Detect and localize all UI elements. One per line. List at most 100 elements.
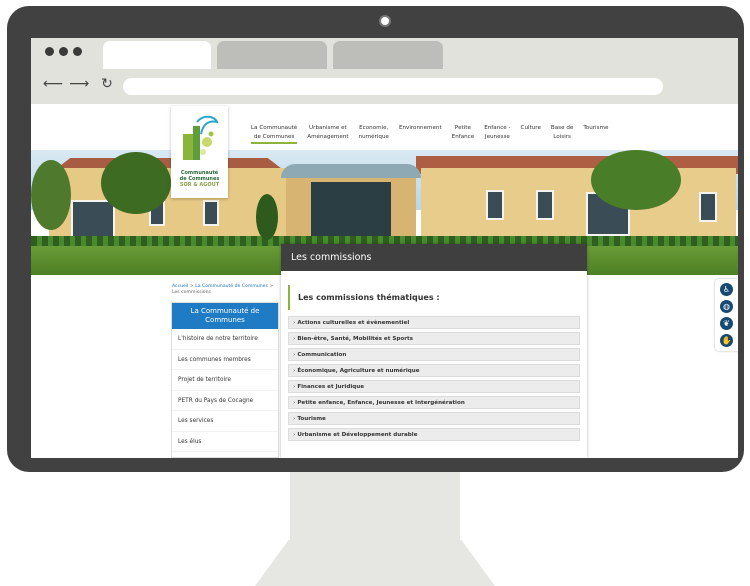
breadcrumb-home-link[interactable]: Accueil <box>172 284 188 289</box>
accessibility-icon[interactable]: ♿ <box>720 283 733 296</box>
accordion-label: Économique, Agriculture et numérique <box>297 368 420 374</box>
accordion-item[interactable]: › Bien-être, Santé, Mobilités et Sports <box>288 332 580 345</box>
section-title: Les commissions thématiques : <box>288 285 580 310</box>
browser-tab[interactable] <box>217 41 327 69</box>
sidebar-item[interactable]: Les services <box>172 411 278 432</box>
leaf-icon[interactable]: ❦ <box>720 317 733 330</box>
desktop-mockup: ⟵ ⟶ ↻ Communauté de Communes SOR & AGOUT… <box>0 0 750 586</box>
breadcrumb-parent-link[interactable]: La Communauté de Communes <box>195 284 268 289</box>
hero-window <box>203 200 219 226</box>
back-arrow-icon[interactable]: ⟵ <box>43 76 63 92</box>
chevron-right-icon: › <box>293 368 296 374</box>
main-nav-label: Aménagement <box>307 134 349 140</box>
sidebar-item[interactable]: Les élus <box>172 432 278 452</box>
address-bar[interactable] <box>123 78 663 95</box>
window-controls <box>45 47 82 56</box>
accordion-label: Petite enfance, Enfance, Jeunesse et Int… <box>297 400 465 406</box>
monitor-frame: ⟵ ⟶ ↻ Communauté de Communes SOR & AGOUT… <box>7 6 744 472</box>
chevron-right-icon: › <box>293 384 296 390</box>
breadcrumb-separator: > <box>189 284 194 289</box>
hero-tree <box>101 152 171 214</box>
accordion-item[interactable]: › Économique, Agriculture et numérique <box>288 364 580 377</box>
browser-tab[interactable] <box>333 41 443 69</box>
accordion-item[interactable]: › Urbanisme et Développement durable <box>288 428 580 441</box>
sign-language-icon[interactable]: ✋ <box>720 334 733 347</box>
commissions-accordion: › Actions culturelles et évènementiel › Bie… <box>281 316 587 441</box>
logo-text: Communauté de Communes SOR & AGOUT <box>173 170 226 188</box>
sidebar-items: L'histoire de notre territoire Les commun… <box>172 329 278 452</box>
chevron-right-icon: › <box>293 416 296 422</box>
main-nav-label: de Communes <box>253 134 295 140</box>
hero-window <box>699 192 717 222</box>
accordion-item[interactable]: › Actions culturelles et évènementiel <box>288 316 580 329</box>
main-nav-label: numérique <box>358 134 389 140</box>
accordion-item[interactable]: › Tourisme <box>288 412 580 425</box>
accordion-label: Bien-être, Santé, Mobilités et Sports <box>297 336 413 342</box>
main-nav-label: Tourisme <box>583 125 609 131</box>
logo-mark-icon <box>183 115 219 160</box>
hero-door <box>311 182 391 244</box>
breadcrumb-separator: > <box>269 284 274 289</box>
main-nav-label: Environnement <box>398 125 442 131</box>
monitor-stand-neck <box>290 468 460 548</box>
accordion-label: Tourisme <box>297 416 326 422</box>
globe-icon[interactable]: ◍ <box>720 300 733 313</box>
hero-shrub <box>256 194 278 240</box>
main-nav-label: Base de <box>550 125 574 131</box>
sidebar-item[interactable]: L'histoire de notre territoire <box>172 329 278 350</box>
browser-nav: ⟵ ⟶ ↻ <box>43 76 113 92</box>
hero-building <box>421 168 736 246</box>
main-nav-label: Economie, <box>359 125 389 131</box>
main-nav-label: Loisirs <box>553 134 571 140</box>
main-nav-label: Enfance - <box>484 125 511 131</box>
commissions-panel: Les commissions Les commissions thématiq… <box>281 244 587 458</box>
minimize-dot-icon[interactable] <box>59 47 68 56</box>
accordion-label: Urbanisme et Développement durable <box>297 432 418 438</box>
breadcrumb: Accueil > La Communauté de Communes > Le… <box>172 284 280 296</box>
forward-arrow-icon[interactable]: ⟶ <box>69 76 89 92</box>
main-nav-item[interactable]: Base de Loisirs <box>551 124 573 144</box>
main-nav-label: Enfance <box>451 134 475 140</box>
hero-canopy <box>281 164 421 178</box>
hero-window <box>536 190 554 220</box>
reload-icon[interactable]: ↻ <box>101 76 113 92</box>
main-nav-item[interactable]: Environnement <box>399 124 442 144</box>
browser-tab-active[interactable] <box>103 41 211 69</box>
site-logo[interactable]: Communauté de Communes SOR & AGOUT <box>171 106 228 198</box>
page-title: Les commissions <box>281 244 587 271</box>
accordion-label: Actions culturelles et évènementiel <box>297 320 410 326</box>
chevron-right-icon: › <box>293 352 296 358</box>
accordion-label: Communication <box>297 352 347 358</box>
chevron-right-icon: › <box>293 400 296 406</box>
close-dot-icon[interactable] <box>45 47 54 56</box>
maximize-dot-icon[interactable] <box>73 47 82 56</box>
accordion-item[interactable]: › Petite enfance, Enfance, Jeunesse et In… <box>288 396 580 409</box>
breadcrumb-current: Les commissions <box>172 290 211 295</box>
main-nav-item[interactable]: La Communauté de Communes <box>251 124 298 144</box>
monitor-stand-base <box>255 540 495 586</box>
browser-chrome: ⟵ ⟶ ↻ <box>31 38 738 104</box>
main-nav-item[interactable]: Enfance - Jeunesse <box>484 124 510 144</box>
camera-icon <box>379 15 391 27</box>
sidebar-title[interactable]: La Communauté de Communes <box>172 303 278 329</box>
chevron-right-icon: › <box>293 432 296 438</box>
hero-tree <box>31 160 71 230</box>
main-nav-item[interactable]: Petite Enfance <box>452 124 475 144</box>
accordion-label: Finances et Juridique <box>297 384 365 390</box>
main-nav-item[interactable]: Economie, numérique <box>359 124 389 144</box>
main-nav-label: La Communauté <box>251 125 298 131</box>
chevron-right-icon: › <box>293 320 296 326</box>
main-nav-item[interactable]: Tourisme <box>583 124 608 144</box>
hero-window <box>71 200 115 240</box>
accordion-item[interactable]: › Communication <box>288 348 580 361</box>
main-nav-item[interactable]: Culture <box>521 124 541 144</box>
main-nav-label: Petite <box>454 125 471 131</box>
sidebar-item[interactable]: Projet de territoire <box>172 370 278 391</box>
sidebar-item[interactable]: Les communes membres <box>172 350 278 370</box>
browser-window: ⟵ ⟶ ↻ Communauté de Communes SOR & AGOUT… <box>31 38 738 458</box>
sidebar-item[interactable]: PETR du Pays de Cocagne <box>172 391 278 411</box>
accordion-item[interactable]: › Finances et Juridique <box>288 380 580 393</box>
main-nav-label: Culture <box>520 125 541 131</box>
web-page: Communauté de Communes SOR & AGOUT La Co… <box>31 104 738 458</box>
main-nav-item[interactable]: Urbanisme et Aménagement <box>307 124 348 144</box>
